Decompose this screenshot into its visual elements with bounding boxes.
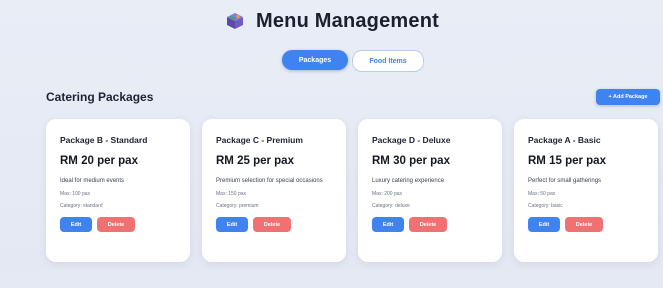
add-package-button[interactable]: + Add Package — [596, 89, 660, 105]
package-name: Package D - Deluxe — [372, 135, 451, 145]
package-name: Package A - Basic — [528, 135, 601, 145]
package-description: Perfect for small gatherings — [528, 178, 602, 184]
tab-packages[interactable]: Packages — [282, 50, 348, 70]
package-actions: Edit Delete — [60, 217, 176, 232]
section-title: Catering Packages — [46, 90, 154, 104]
delete-button[interactable]: Delete — [409, 217, 447, 232]
package-max: Max: 100 pax — [60, 191, 91, 197]
package-card: Package B - Standard RM 20 per pax Ideal… — [46, 119, 190, 262]
package-card: Package D - Deluxe RM 30 per pax Luxury … — [358, 119, 502, 262]
delete-button[interactable]: Delete — [565, 217, 603, 232]
package-description: Ideal for medium events — [60, 178, 125, 184]
edit-button[interactable]: Edit — [60, 217, 92, 232]
package-price: RM 25 per pax — [216, 155, 294, 167]
package-category: Category: basic — [528, 203, 563, 209]
package-name: Package B - Standard — [60, 135, 148, 145]
package-category: Category: standard — [60, 203, 103, 209]
package-name: Package C - Premium — [216, 135, 303, 145]
takeout-box-icon — [224, 10, 246, 32]
package-max: Max: 150 pax — [216, 191, 247, 197]
package-max: Max: 200 pax — [372, 191, 403, 197]
delete-button[interactable]: Delete — [97, 217, 135, 232]
delete-button[interactable]: Delete — [253, 217, 291, 232]
package-category: Category: premium — [216, 203, 259, 209]
package-card: Package C - Premium RM 25 per pax Premiu… — [202, 119, 346, 262]
package-max: Max: 50 pax — [528, 191, 556, 197]
package-card: Package A - Basic RM 15 per pax Perfect … — [514, 119, 658, 262]
edit-button[interactable]: Edit — [372, 217, 404, 232]
package-price: RM 15 per pax — [528, 155, 606, 167]
package-actions: Edit Delete — [372, 217, 488, 232]
page-header: Menu Management — [0, 6, 663, 36]
tab-bar: Packages Food Items — [282, 50, 424, 72]
package-description: Premium selection for special occasions — [216, 178, 323, 184]
content-footer — [0, 270, 663, 288]
package-price: RM 20 per pax — [60, 155, 138, 167]
package-category: Category: deluxe — [372, 203, 410, 209]
tab-food-items[interactable]: Food Items — [352, 50, 424, 72]
package-price: RM 30 per pax — [372, 155, 450, 167]
page-title: Menu Management — [255, 9, 440, 32]
edit-button[interactable]: Edit — [216, 217, 248, 232]
package-actions: Edit Delete — [216, 217, 332, 232]
package-actions: Edit Delete — [528, 217, 644, 232]
package-description: Luxury catering experience — [372, 178, 445, 184]
edit-button[interactable]: Edit — [528, 217, 560, 232]
